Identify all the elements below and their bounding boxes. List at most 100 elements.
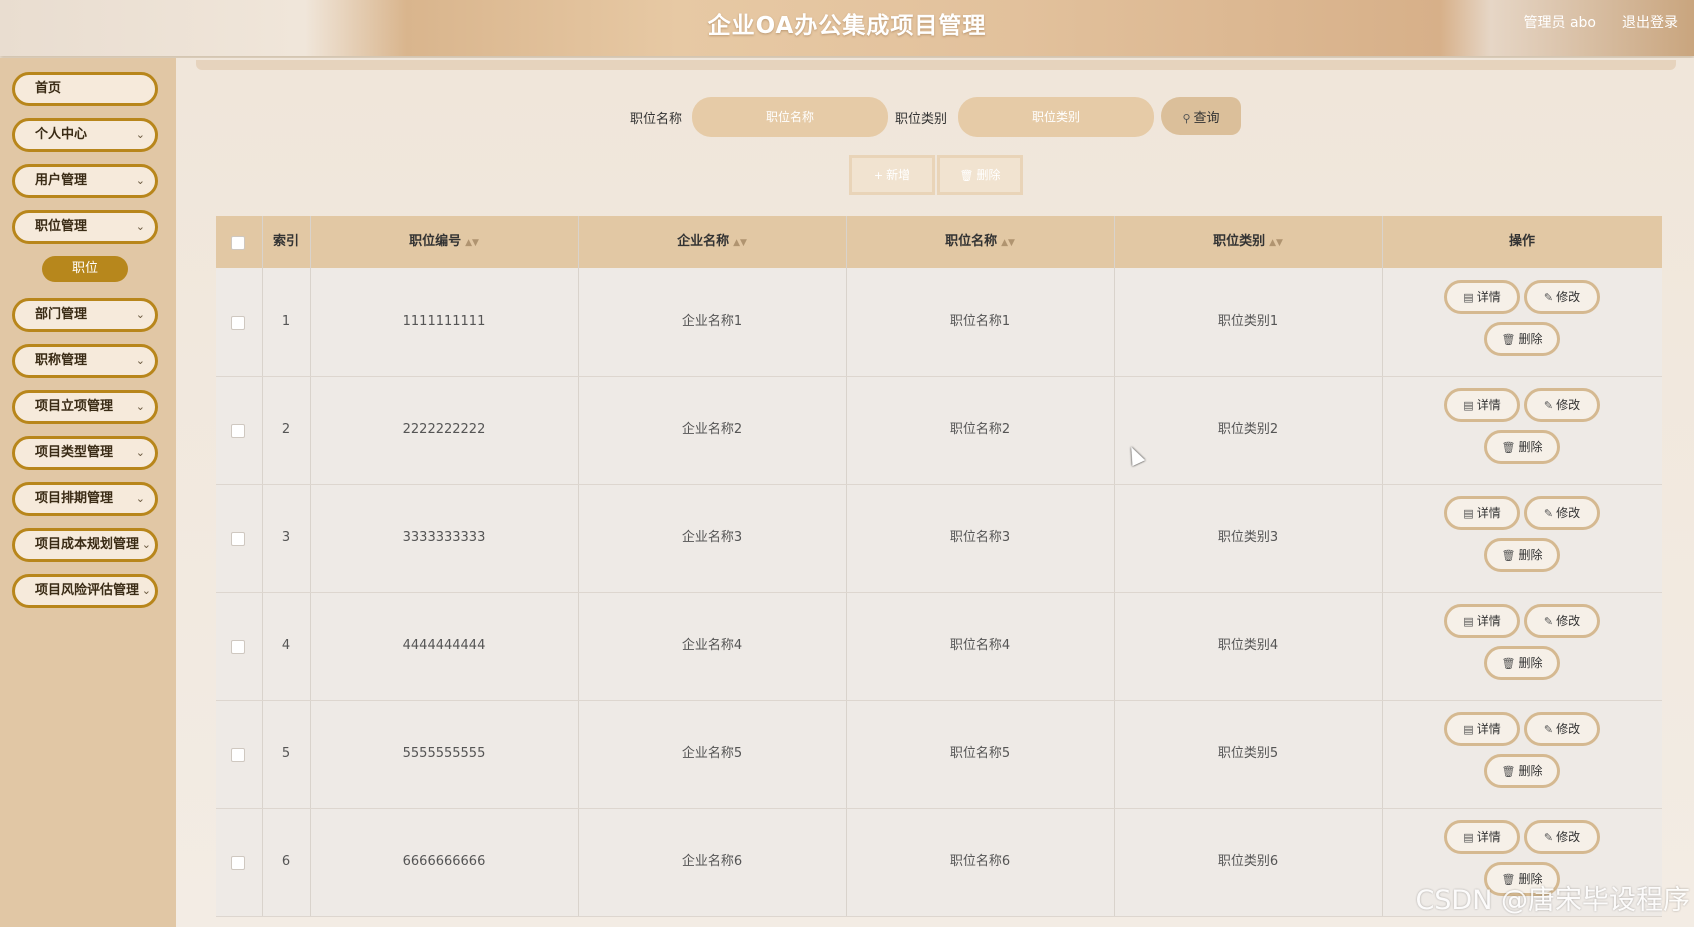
row-checkbox[interactable] bbox=[231, 424, 245, 438]
position-type-input[interactable] bbox=[958, 97, 1154, 137]
cell-position-name: 职位名称4 bbox=[949, 638, 1011, 653]
edit-button[interactable]: ✎ 修改 bbox=[1524, 280, 1600, 314]
sidebar-item-home[interactable]: 首页 bbox=[12, 72, 158, 106]
sort-icon[interactable]: ▲▼ bbox=[1001, 238, 1015, 248]
cell-position-name: 职位名称6 bbox=[949, 854, 1011, 869]
column-header-code[interactable]: 职位编号 ▲▼ bbox=[310, 216, 578, 268]
table-row: 3 3333333333 企业名称3 职位名称3 职位类别3 ▤ 详情 ✎ 修改 🗑 删除 bbox=[216, 484, 1662, 593]
row-checkbox[interactable] bbox=[231, 748, 245, 762]
column-header-label: 职位编号 bbox=[409, 234, 462, 249]
cell-position-type: 职位类别2 bbox=[1217, 422, 1279, 437]
sidebar-item-personal-center[interactable]: 个人中心 ⌄ bbox=[12, 118, 158, 152]
sidebar-item-project-cost[interactable]: 项目成本规划管理 ⌄ bbox=[12, 528, 158, 562]
sidebar-item-department-management[interactable]: 部门管理 ⌄ bbox=[12, 298, 158, 332]
cell-position-type: 职位类别3 bbox=[1217, 530, 1279, 545]
search-icon: ⚲ bbox=[1182, 112, 1191, 125]
delete-button-label: 删除 bbox=[976, 168, 1001, 182]
pencil-icon: ✎ bbox=[1543, 291, 1554, 304]
sidebar-item-project-type[interactable]: 项目类型管理 ⌄ bbox=[12, 436, 158, 470]
sort-icon[interactable]: ▲▼ bbox=[465, 238, 479, 248]
trash-icon: 🗑 bbox=[1501, 441, 1516, 454]
sidebar-item-project-risk[interactable]: 项目风险评估管理 ⌄ bbox=[12, 574, 158, 608]
sidebar-item-label: 部门管理 bbox=[35, 307, 88, 322]
delete-button[interactable]: 🗑 删除 bbox=[1484, 538, 1560, 572]
cell-index: 3 bbox=[281, 530, 291, 545]
query-button[interactable]: ⚲ 查询 bbox=[1161, 97, 1241, 135]
delete-button[interactable]: 🗑 删除 bbox=[1484, 430, 1560, 464]
cell-company: 企业名称3 bbox=[681, 530, 743, 545]
sidebar-subitem-position[interactable]: 职位 bbox=[42, 256, 128, 282]
app-title: 企业OA办公集成项目管理 bbox=[707, 13, 987, 39]
cell-position-name: 职位名称3 bbox=[949, 530, 1011, 545]
edit-button[interactable]: ✎ 修改 bbox=[1524, 712, 1600, 746]
add-button-label: 新增 bbox=[886, 168, 911, 182]
detail-button-label: 详情 bbox=[1476, 830, 1501, 844]
query-button-label: 查询 bbox=[1193, 109, 1220, 125]
cell-index: 5 bbox=[281, 746, 291, 761]
detail-button[interactable]: ▤ 详情 bbox=[1444, 604, 1520, 638]
detail-button[interactable]: ▤ 详情 bbox=[1444, 712, 1520, 746]
sidebar-item-label: 个人中心 bbox=[35, 127, 88, 142]
edit-button[interactable]: ✎ 修改 bbox=[1524, 496, 1600, 530]
sidebar-item-title-management[interactable]: 职称管理 ⌄ bbox=[12, 344, 158, 378]
chevron-down-icon: ⌄ bbox=[135, 354, 145, 367]
column-header-name[interactable]: 职位名称 ▲▼ bbox=[846, 216, 1114, 268]
row-checkbox[interactable] bbox=[231, 640, 245, 654]
table-row: 2 2222222222 企业名称2 职位名称2 职位类别2 ▤ 详情 ✎ 修改 🗑 删除 bbox=[216, 376, 1662, 485]
detail-button[interactable]: ▤ 详情 bbox=[1444, 280, 1520, 314]
row-checkbox[interactable] bbox=[231, 316, 245, 330]
sidebar-item-label: 职位管理 bbox=[35, 219, 88, 234]
column-header-company[interactable]: 企业名称 ▲▼ bbox=[578, 216, 846, 268]
position-type-label: 职位类别 bbox=[895, 112, 948, 127]
batch-delete-button[interactable]: 🗑 删除 bbox=[937, 155, 1023, 195]
column-header-label: 职位名称 bbox=[945, 234, 998, 249]
sidebar-item-user-management[interactable]: 用户管理 ⌄ bbox=[12, 164, 158, 198]
row-checkbox[interactable] bbox=[231, 856, 245, 870]
document-icon: ▤ bbox=[1463, 615, 1474, 628]
cell-code: 3333333333 bbox=[402, 530, 486, 545]
column-header-actions: 操作 bbox=[1508, 234, 1535, 249]
row-checkbox[interactable] bbox=[231, 532, 245, 546]
watermark: CSDN @唐宋毕设程序 bbox=[1415, 885, 1690, 916]
cell-code: 4444444444 bbox=[402, 638, 486, 653]
trash-icon: 🗑 bbox=[1501, 333, 1516, 346]
chevron-down-icon: ⌄ bbox=[135, 492, 145, 505]
chevron-down-icon: ⌄ bbox=[135, 446, 145, 459]
sort-icon[interactable]: ▲▼ bbox=[1269, 238, 1283, 248]
cell-company: 企业名称4 bbox=[681, 638, 743, 653]
edit-button[interactable]: ✎ 修改 bbox=[1524, 604, 1600, 638]
cell-company: 企业名称6 bbox=[681, 854, 743, 869]
sidebar-item-label: 首页 bbox=[35, 81, 62, 96]
logout-link[interactable]: 退出登录 bbox=[1622, 12, 1678, 32]
delete-button[interactable]: 🗑 删除 bbox=[1484, 322, 1560, 356]
sidebar-item-project-schedule[interactable]: 项目排期管理 ⌄ bbox=[12, 482, 158, 516]
sidebar: 首页 个人中心 ⌄ 用户管理 ⌄ 职位管理 ⌄ 职位 部门管理 ⌄ 职称管理 ⌄ 项目立项… bbox=[0, 58, 176, 927]
select-all-checkbox[interactable] bbox=[231, 236, 245, 250]
add-button[interactable]: + 新增 bbox=[849, 155, 935, 195]
detail-button-label: 详情 bbox=[1476, 506, 1501, 520]
document-icon: ▤ bbox=[1463, 291, 1474, 304]
edit-button[interactable]: ✎ 修改 bbox=[1524, 820, 1600, 854]
cell-position-type: 职位类别6 bbox=[1217, 854, 1279, 869]
detail-button-label: 详情 bbox=[1476, 290, 1501, 304]
sort-icon[interactable]: ▲▼ bbox=[733, 238, 747, 248]
delete-button[interactable]: 🗑 删除 bbox=[1484, 754, 1560, 788]
edit-button[interactable]: ✎ 修改 bbox=[1524, 388, 1600, 422]
sidebar-item-position-management[interactable]: 职位管理 ⌄ bbox=[12, 210, 158, 244]
cell-code: 5555555555 bbox=[402, 746, 486, 761]
document-icon: ▤ bbox=[1463, 831, 1474, 844]
column-header-type[interactable]: 职位类别 ▲▼ bbox=[1114, 216, 1382, 268]
pencil-icon: ✎ bbox=[1543, 399, 1554, 412]
delete-button[interactable]: 🗑 删除 bbox=[1484, 646, 1560, 680]
cell-index: 4 bbox=[281, 638, 291, 653]
delete-button-label: 删除 bbox=[1518, 656, 1543, 670]
edit-button-label: 修改 bbox=[1556, 398, 1581, 412]
sidebar-item-label: 项目立项管理 bbox=[35, 399, 114, 414]
sidebar-item-project-initiation[interactable]: 项目立项管理 ⌄ bbox=[12, 390, 158, 424]
detail-button[interactable]: ▤ 详情 bbox=[1444, 388, 1520, 422]
edit-button-label: 修改 bbox=[1556, 614, 1581, 628]
position-name-input[interactable] bbox=[692, 97, 888, 137]
detail-button[interactable]: ▤ 详情 bbox=[1444, 820, 1520, 854]
trash-icon: 🗑 bbox=[1501, 549, 1516, 562]
detail-button[interactable]: ▤ 详情 bbox=[1444, 496, 1520, 530]
